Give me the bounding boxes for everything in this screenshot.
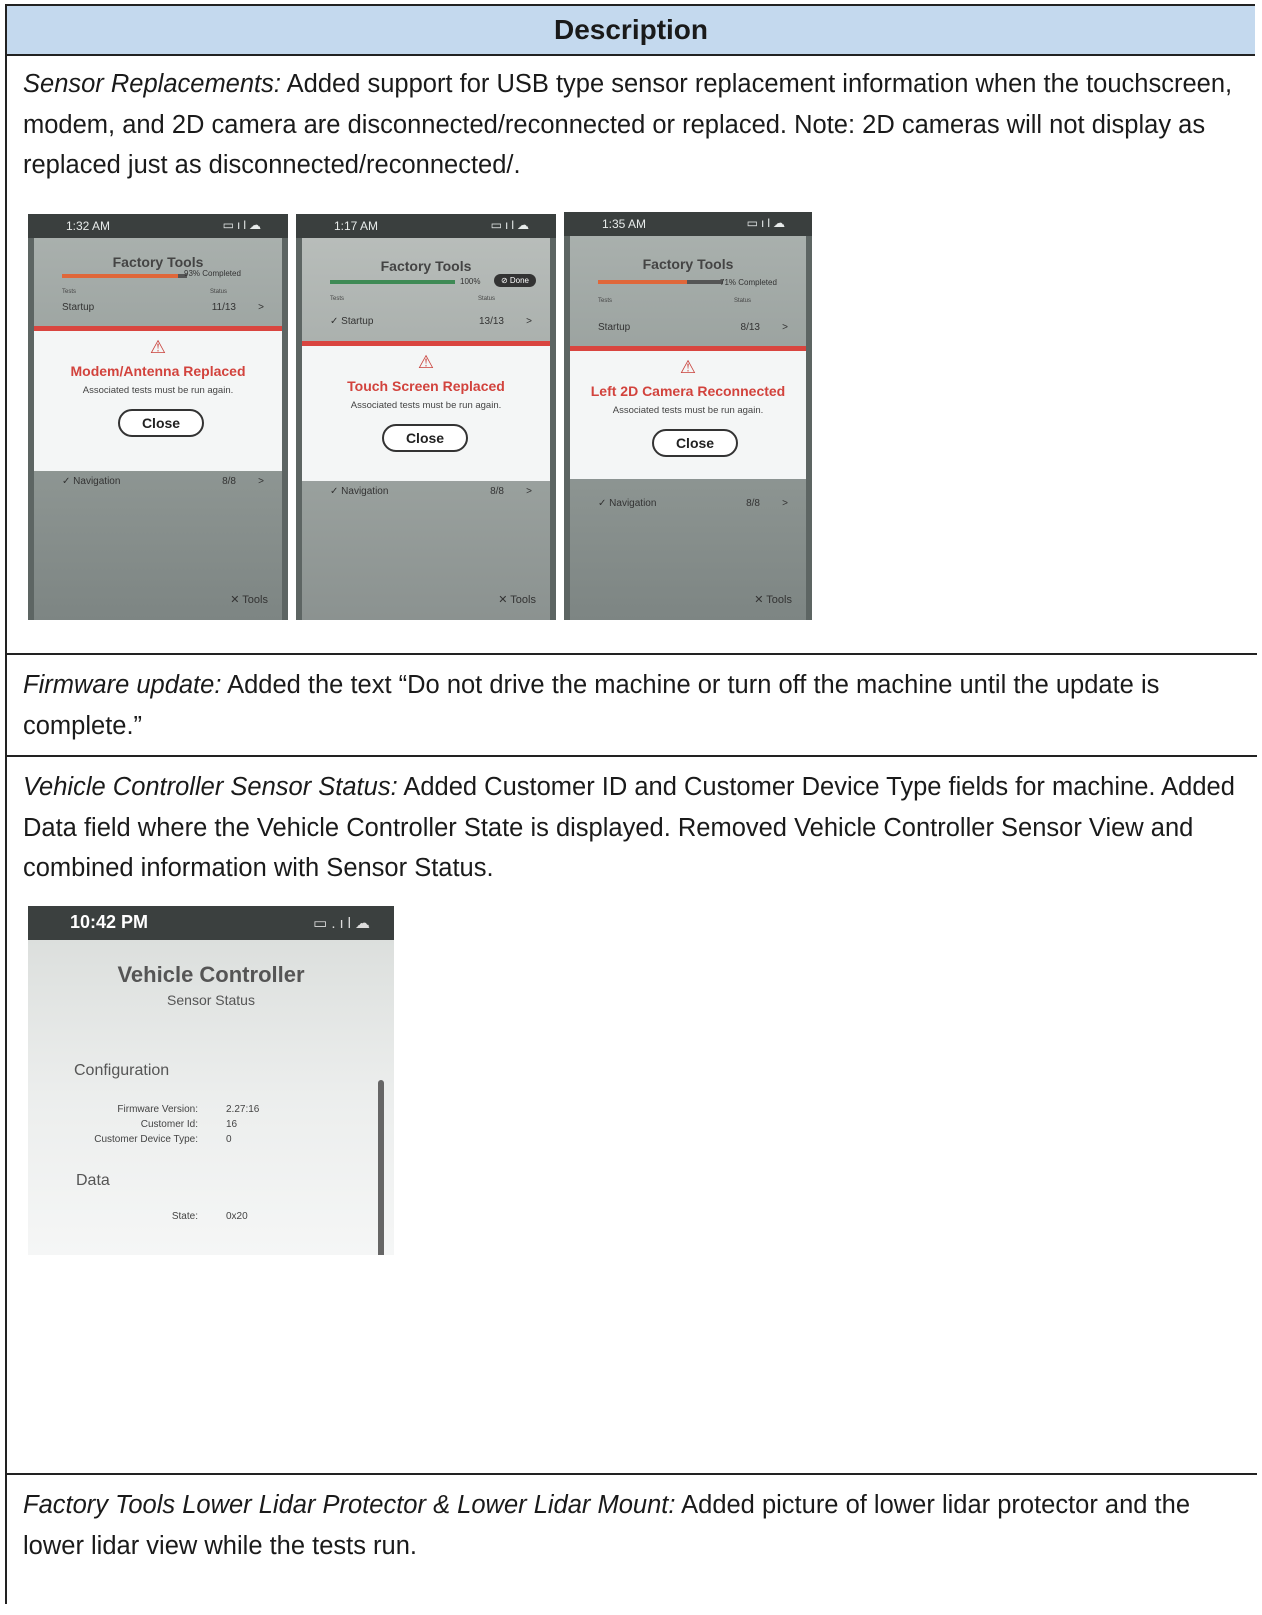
alert-modal: ⚠ Modem/Antenna Replaced Associated test… xyxy=(34,326,282,471)
alert-modal: ⚠ Touch Screen Replaced Associated tests… xyxy=(302,341,550,481)
row-lidar: Factory Tools Lower Lidar Protector & Lo… xyxy=(7,1475,1257,1615)
status-bar: 1:32 AM ▭ıl☁ xyxy=(28,214,288,238)
cloud-icon: ☁ xyxy=(773,216,788,230)
progress-label: 71% Completed xyxy=(720,278,777,287)
screenshot-touchscreen: 1:17 AM ▭ıl☁ Factory Tools 100% ⊘ Done T… xyxy=(296,214,556,620)
progress-bar xyxy=(62,274,187,278)
modal-subtitle: Associated tests must be run again. xyxy=(82,385,234,396)
done-badge: ⊘ Done xyxy=(493,274,536,287)
row-term: Factory Tools Lower Lidar Protector & Lo… xyxy=(23,1491,676,1519)
description-table: Description Sensor Replacements: Added s… xyxy=(5,4,1257,1604)
row-text: Vehicle Controller Sensor Status: Added … xyxy=(7,757,1257,889)
signal-icon: ıl xyxy=(761,216,773,230)
battery-icon: ▭ xyxy=(490,218,505,232)
col-tests: Tests xyxy=(330,296,345,302)
signal-icon: ıl xyxy=(505,218,517,232)
cloud-icon: ☁ xyxy=(355,915,374,932)
col-tests: Tests xyxy=(598,298,613,304)
screenshot-vehicle-controller: 10:42 PM ▭.ıl☁ Vehicle Controller Sensor… xyxy=(28,906,394,1255)
row-term: Firmware update: xyxy=(23,671,222,699)
status-bar: 1:17 AM ▭ıl☁ xyxy=(296,214,556,238)
app-title: Factory Tools xyxy=(380,258,472,274)
progress-fill xyxy=(598,280,687,284)
col-status: Status xyxy=(733,298,751,304)
status-time: 1:32 AM xyxy=(66,219,111,233)
signal-icon: .ıl xyxy=(331,915,355,932)
progress-fill xyxy=(62,274,179,278)
screenshot-camera: 1:35 AM ▭ıl☁ Factory Tools 71% Completed… xyxy=(564,212,812,620)
modal-title: Left 2D Camera Reconnected xyxy=(590,383,786,399)
col-status: Status xyxy=(209,289,227,295)
chevron-right-icon: > xyxy=(782,498,788,509)
row-firmware-update: Firmware update: Added the text “Do not … xyxy=(7,655,1257,757)
progress-bar xyxy=(330,280,455,284)
chevron-right-icon: > xyxy=(526,486,532,497)
chevron-right-icon: > xyxy=(258,302,264,313)
table-header: Description xyxy=(7,6,1255,56)
screenshot-modem: 1:32 AM ▭ıl☁ Factory Tools 93% Completed… xyxy=(28,214,288,620)
row-sensor-replacements: Sensor Replacements: Added support for U… xyxy=(7,54,1257,655)
cloud-icon: ☁ xyxy=(249,218,264,232)
page-title: Vehicle Controller xyxy=(117,962,305,987)
tools-button[interactable]: ✕ Tools xyxy=(754,593,792,606)
progress-bar xyxy=(598,280,723,284)
row-text: Sensor Replacements: Added support for U… xyxy=(7,54,1257,186)
battery-icon: ▭ xyxy=(746,216,761,230)
status-time: 1:17 AM xyxy=(334,219,379,233)
alert-modal: ⚠ Left 2D Camera Reconnected Associated … xyxy=(570,346,806,479)
app-title: Factory Tools xyxy=(642,256,734,272)
modal-title: Touch Screen Replaced xyxy=(347,378,505,394)
status-time: 1:35 AM xyxy=(602,217,647,231)
modal-subtitle: Associated tests must be run again. xyxy=(350,400,502,411)
progress-label: 100% xyxy=(460,277,481,286)
row-text: Firmware update: Added the text “Do not … xyxy=(7,655,1257,746)
tools-button[interactable]: ✕ Tools xyxy=(230,593,268,606)
row-term: Sensor Replacements: xyxy=(23,70,281,98)
status-bar: 1:35 AM ▭ıl☁ xyxy=(564,212,812,236)
progress-fill xyxy=(330,280,455,284)
close-button[interactable]: Close xyxy=(652,429,738,457)
battery-icon: ▭ xyxy=(313,915,332,932)
close-button[interactable]: Close xyxy=(382,424,468,452)
tools-button[interactable]: ✕ Tools xyxy=(498,593,536,606)
page-subtitle: Sensor Status xyxy=(167,992,255,1008)
col-tests: Tests xyxy=(62,289,77,295)
status-bar: 10:42 PM ▭.ıl☁ xyxy=(28,906,394,940)
warning-icon: ⚠ xyxy=(679,357,697,377)
status-time: 10:42 PM xyxy=(70,912,149,932)
chevron-right-icon: > xyxy=(258,476,264,487)
row-text: Factory Tools Lower Lidar Protector & Lo… xyxy=(7,1475,1257,1566)
close-button[interactable]: Close xyxy=(118,409,204,437)
modal-subtitle: Associated tests must be run again. xyxy=(612,405,764,416)
chevron-right-icon: > xyxy=(782,322,788,333)
signal-icon: ıl xyxy=(237,218,249,232)
col-status: Status xyxy=(477,296,495,302)
section-data: Data xyxy=(76,1172,110,1189)
battery-icon: ▭ xyxy=(222,218,237,232)
modal-title: Modem/Antenna Replaced xyxy=(70,363,246,379)
chevron-right-icon: > xyxy=(526,316,532,327)
warning-icon: ⚠ xyxy=(417,352,435,372)
progress-label: 93% Completed xyxy=(184,269,241,278)
warning-icon: ⚠ xyxy=(149,337,167,357)
app-title: Factory Tools xyxy=(112,254,204,270)
scrollbar[interactable] xyxy=(378,1080,384,1255)
section-configuration: Configuration xyxy=(74,1062,170,1079)
cloud-icon: ☁ xyxy=(517,218,532,232)
row-term: Vehicle Controller Sensor Status: xyxy=(23,773,398,801)
